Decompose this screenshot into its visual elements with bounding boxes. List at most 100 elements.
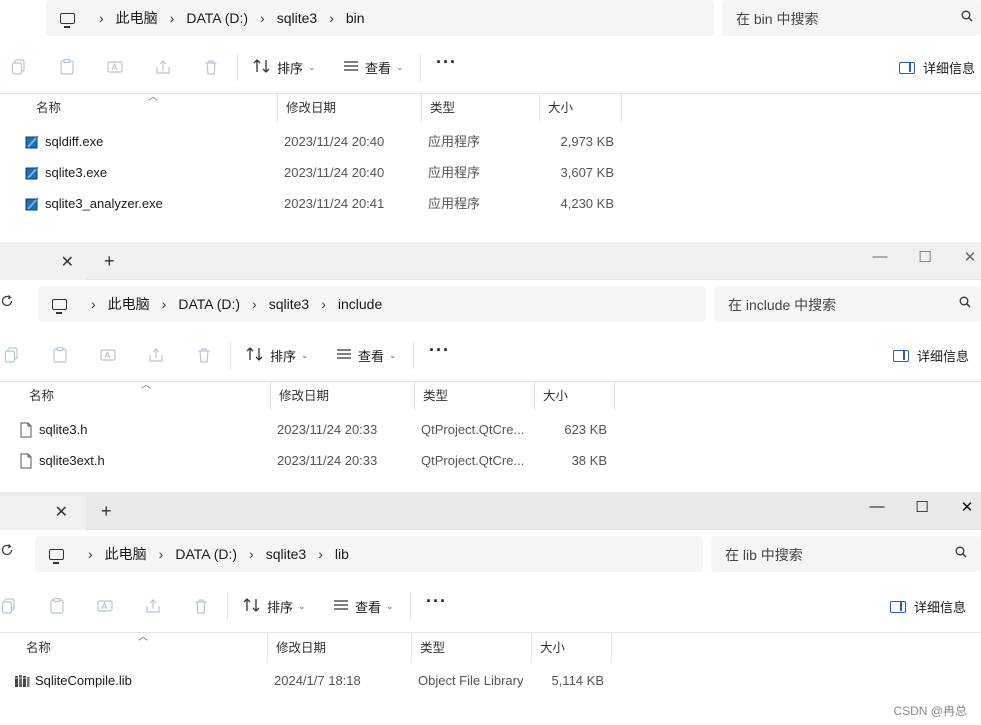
file-type: 应用程序 [428, 134, 481, 149]
address-bar[interactable]: › 此电脑 › DATA (D:) › sqlite3 › include [38, 286, 706, 322]
paste-icon[interactable] [51, 346, 69, 364]
breadcrumb-this-pc[interactable]: 此电脑 [116, 8, 158, 28]
breadcrumb-this-pc[interactable]: 此电脑 [105, 544, 147, 564]
file-type: 应用程序 [428, 165, 481, 180]
details-pane-button[interactable]: 详细信息 [898, 58, 975, 77]
file-size: 4,230 KB [560, 196, 615, 211]
breadcrumb-current[interactable]: include [338, 296, 382, 312]
file-size: 2,973 KB [560, 134, 615, 149]
share-icon[interactable] [147, 346, 165, 364]
maximize-button[interactable]: ☐ [914, 248, 936, 266]
file-type: 应用程序 [428, 196, 481, 211]
view-icon [333, 598, 349, 615]
close-window-button[interactable]: ✕ [956, 498, 978, 516]
rename-icon[interactable] [99, 346, 117, 364]
file-type: Object File Library [418, 673, 524, 688]
file-row[interactable]: sqlite3_analyzer.exe 2023/11/24 20:41 应用… [0, 188, 981, 219]
sort-button[interactable]: 排序 ⌄ [253, 57, 316, 77]
share-icon[interactable] [144, 597, 162, 615]
chevron-right-icon: › [329, 10, 334, 26]
breadcrumb-sqlite3[interactable]: sqlite3 [266, 546, 306, 562]
delete-icon[interactable] [192, 597, 210, 615]
chevron-down-icon: ⌄ [389, 349, 397, 360]
breadcrumb-current[interactable]: bin [346, 10, 365, 26]
rename-icon[interactable] [96, 597, 114, 615]
breadcrumb-drive[interactable]: DATA (D:) [175, 546, 237, 562]
details-pane-button[interactable]: 详细信息 [889, 597, 966, 616]
column-type[interactable]: 类型 [415, 382, 535, 410]
rename-icon[interactable] [106, 58, 124, 76]
search-input[interactable]: 在 include 中搜索 [714, 286, 981, 322]
close-tab-icon[interactable]: ✕ [61, 252, 74, 272]
breadcrumb-sqlite3[interactable]: sqlite3 [269, 296, 309, 312]
column-size[interactable]: 大小 [535, 382, 615, 410]
tab-include[interactable]: ✕ [0, 246, 86, 280]
more-options-button[interactable]: ··· [436, 52, 457, 73]
breadcrumb-drive[interactable]: DATA (D:) [186, 10, 248, 26]
copy-icon[interactable] [10, 58, 28, 76]
sort-button[interactable]: 排序 ⌄ [243, 596, 306, 616]
sort-icon [243, 597, 261, 616]
column-type[interactable]: 类型 [412, 634, 532, 662]
column-date[interactable]: 修改日期 [278, 94, 422, 122]
breadcrumb-current[interactable]: lib [335, 546, 349, 562]
view-button[interactable]: 查看 ⌄ [336, 345, 397, 365]
column-header: ︿ 名称 修改日期 类型 大小 [0, 92, 981, 122]
search-input[interactable]: 在 lib 中搜索 [711, 536, 981, 572]
new-tab-button[interactable]: + [104, 252, 115, 270]
maximize-button[interactable]: ☐ [911, 498, 933, 516]
view-icon [343, 59, 359, 76]
command-bar: 排序 ⌄ 查看 ⌄ ··· 详细信息 [0, 579, 981, 633]
file-row[interactable]: sqlite3ext.h 2023/11/24 20:33 QtProject.… [0, 445, 981, 476]
minimize-button[interactable]: — [866, 498, 888, 515]
refresh-icon[interactable] [0, 294, 14, 313]
address-row: › 此电脑 › DATA (D:) › sqlite3 › include 在 … [0, 280, 981, 328]
close-tab-icon[interactable]: ✕ [55, 502, 68, 522]
column-name[interactable]: 名称 [21, 382, 271, 410]
title-bar: ✕ + — ☐ ✕ [0, 242, 981, 280]
paste-icon[interactable] [48, 597, 66, 615]
delete-icon[interactable] [195, 346, 213, 364]
chevron-down-icon: ⌄ [308, 61, 316, 72]
column-size[interactable]: 大小 [540, 94, 622, 122]
column-date[interactable]: 修改日期 [268, 634, 412, 662]
address-bar[interactable]: › 此电脑 › DATA (D:) › sqlite3 › lib [35, 536, 703, 572]
tab-lib[interactable]: ✕ [0, 496, 86, 530]
sort-button[interactable]: 排序 ⌄ [246, 345, 309, 365]
delete-icon[interactable] [202, 58, 220, 76]
minimize-button[interactable]: — [869, 248, 891, 265]
file-icon [18, 453, 34, 469]
view-button[interactable]: 查看 ⌄ [343, 57, 404, 77]
breadcrumb-this-pc[interactable]: 此电脑 [108, 294, 150, 314]
more-options-button[interactable]: ··· [429, 340, 450, 361]
file-row[interactable]: sqlite3.h 2023/11/24 20:33 QtProject.QtC… [0, 414, 981, 445]
column-name[interactable]: 名称 [18, 634, 268, 662]
breadcrumb-sqlite3[interactable]: sqlite3 [277, 10, 317, 26]
toolbar-divider [237, 53, 238, 81]
search-input[interactable]: 在 bin 中搜索 [722, 0, 981, 36]
toolbar-divider [420, 53, 421, 81]
chevron-down-icon: ⌄ [301, 349, 309, 360]
copy-icon[interactable] [3, 346, 21, 364]
breadcrumb-drive[interactable]: DATA (D:) [178, 296, 240, 312]
file-row[interactable]: sqldiff.exe 2023/11/24 20:40 应用程序 2,973 … [0, 126, 981, 157]
share-icon[interactable] [154, 58, 172, 76]
column-size[interactable]: 大小 [532, 634, 612, 662]
chevron-right-icon: › [252, 296, 257, 312]
chevron-right-icon: › [158, 546, 164, 562]
file-row[interactable]: SqliteCompile.lib 2024/1/7 18:18 Object … [0, 665, 981, 696]
address-bar[interactable]: › 此电脑 › DATA (D:) › sqlite3 › bin [46, 0, 714, 36]
file-row[interactable]: sqlite3.exe 2023/11/24 20:40 应用程序 3,607 … [0, 157, 981, 188]
copy-icon[interactable] [0, 597, 18, 615]
column-name[interactable]: 名称 [28, 94, 278, 122]
details-pane-button[interactable]: 详细信息 [892, 346, 969, 365]
paste-icon[interactable] [58, 58, 76, 76]
more-options-button[interactable]: ··· [426, 591, 447, 612]
new-tab-button[interactable]: + [101, 502, 112, 520]
column-date[interactable]: 修改日期 [271, 382, 415, 410]
close-window-button[interactable]: ✕ [959, 248, 981, 266]
view-button[interactable]: 查看 ⌄ [333, 596, 394, 616]
refresh-icon[interactable] [0, 543, 14, 562]
column-type[interactable]: 类型 [422, 94, 540, 122]
exe-icon [24, 165, 40, 181]
